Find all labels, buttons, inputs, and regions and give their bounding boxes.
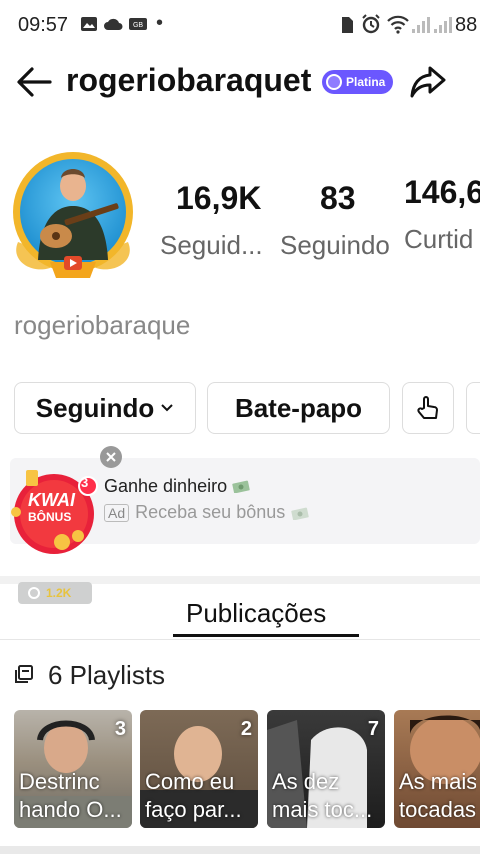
hand-tap-icon [417, 396, 438, 419]
playlist-card[interactable]: 3 Destrinc hando O... [14, 710, 132, 828]
signal-icon-2 [434, 17, 452, 33]
playlist-caption: As dez mais toc... [272, 769, 373, 822]
status-bar: 09:57 GB • 88 [0, 0, 480, 52]
stat-likes-value[interactable]: 146,6 [404, 174, 480, 211]
playlist-caption: As mais tocadas [399, 769, 476, 822]
notification-dot: • [156, 12, 164, 34]
playlist-card[interactable]: 7 As dez mais toc... [267, 710, 385, 828]
platina-badge-icon [326, 74, 342, 90]
ad-subtitle[interactable]: Ad Receba seu bônus [104, 502, 311, 523]
playlist-card[interactable]: 2 Como eu faço par... [140, 710, 258, 828]
playlist-caption: Como eu faço par... [145, 769, 242, 822]
stat-following-label[interactable]: Seguindo [280, 230, 398, 261]
following-button[interactable]: Seguindo [14, 382, 196, 434]
profile-avatar[interactable] [10, 150, 136, 280]
ad-badge-count: 3 [81, 475, 89, 490]
playlists-title[interactable]: 6 Playlists [48, 660, 165, 691]
tab-active-indicator [173, 634, 359, 637]
chevron-down-icon [161, 404, 173, 412]
playlist-card[interactable]: As mais tocadas [394, 710, 480, 828]
playlist-icon [15, 665, 33, 683]
svg-text:GB: GB [133, 22, 143, 29]
profile-username: rogeriobaraquet [66, 62, 312, 98]
close-icon [106, 452, 116, 462]
kwai-logo-line1: KWAI [28, 490, 75, 510]
battery-level: 88 [455, 14, 478, 36]
kwai-logo-line2: BÔNUS [28, 510, 72, 524]
gallery-icon [81, 17, 97, 31]
bottom-strip [0, 846, 480, 854]
wifi-icon [387, 15, 409, 34]
gift-button[interactable] [402, 382, 454, 434]
alarm-icon [362, 14, 380, 34]
signal-icon-1 [412, 17, 430, 33]
stat-followers-value[interactable]: 16,9K [176, 180, 261, 217]
ad-title[interactable]: Ganhe dinheiro [104, 476, 252, 497]
kwai-bonus-logo[interactable]: 3 KWAI BÔNUS [10, 468, 98, 556]
tab-publicacoes[interactable]: Publicações [186, 598, 326, 629]
ad-tag: Ad [104, 503, 130, 522]
following-button-label: Seguindo [35, 392, 155, 423]
status-time: 09:57 [18, 14, 69, 36]
ad-title-text: Ganhe dinheiro [104, 476, 228, 496]
ad-close-button[interactable] [100, 446, 122, 468]
playlist-count: 7 [367, 718, 379, 740]
stat-followers-label[interactable]: Seguid... [160, 230, 263, 261]
money-icon-2 [291, 507, 309, 520]
playlist-caption: Destrinc hando O... [19, 769, 122, 822]
playlist-count: 3 [114, 718, 126, 740]
coin-pill[interactable]: 1.2K [18, 582, 92, 604]
platina-badge[interactable]: Platina [322, 70, 394, 94]
share-icon[interactable] [408, 62, 448, 102]
tab-divider [0, 639, 480, 640]
playlist-count: 2 [240, 718, 252, 740]
sim-icon [342, 17, 353, 33]
back-arrow-icon[interactable] [14, 64, 54, 100]
chat-button[interactable]: Bate-papo [207, 382, 390, 434]
coin-value: 1.2K [46, 586, 72, 600]
more-button[interactable] [466, 382, 480, 434]
coin-icon [28, 587, 40, 599]
vpn-icon: GB [129, 18, 147, 30]
profile-display-name: rogeriobaraque [14, 310, 191, 340]
platina-badge-label: Platina [346, 75, 386, 89]
stat-likes-label[interactable]: Curtid [404, 224, 473, 255]
stat-following-value[interactable]: 83 [320, 180, 356, 217]
money-icon [232, 480, 250, 494]
cloud-icon [104, 18, 123, 30]
chat-button-label: Bate-papo [234, 392, 363, 423]
ad-subtitle-text: Receba seu bônus [135, 502, 286, 522]
